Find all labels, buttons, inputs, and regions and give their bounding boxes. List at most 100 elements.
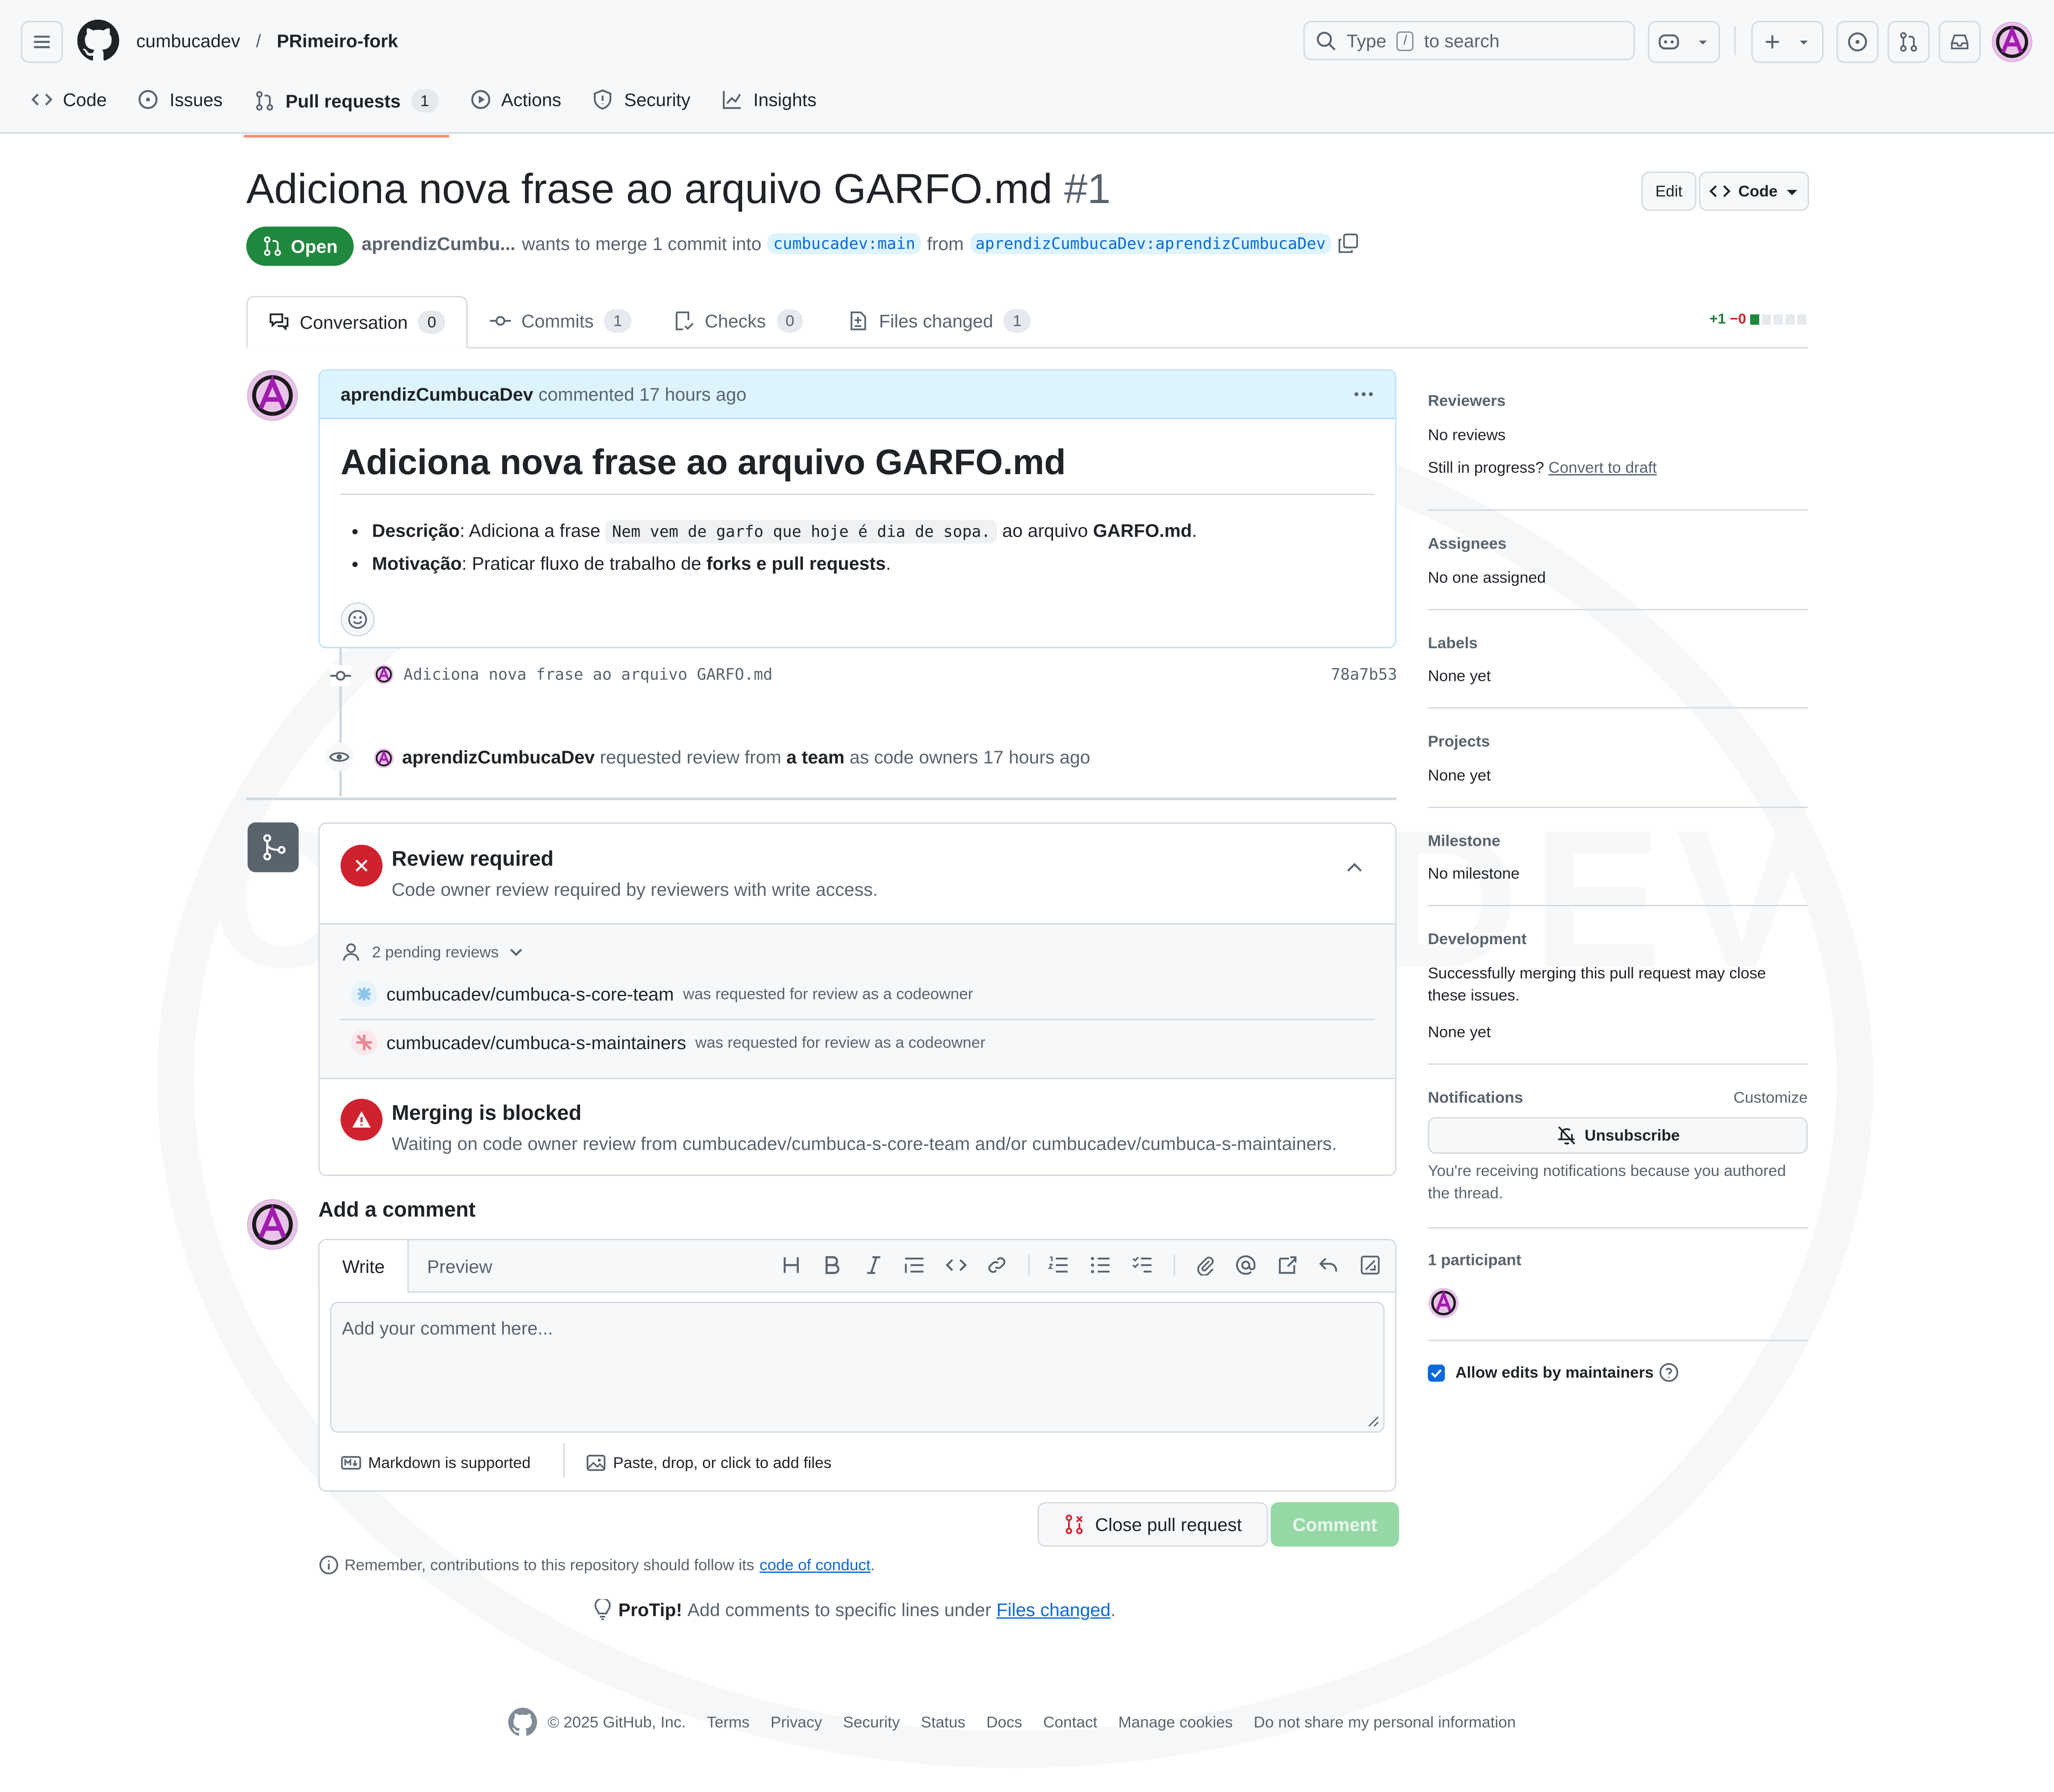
attach-files[interactable]: Paste, drop, or click to add files — [586, 1452, 832, 1473]
check-icon — [1431, 1369, 1442, 1378]
pr-author-link[interactable]: aprendizCumbu... — [362, 233, 515, 254]
mention-icon[interactable] — [1235, 1254, 1256, 1275]
footer-link-do-not-share[interactable]: Do not share my personal information — [1254, 1713, 1516, 1731]
base-branch[interactable]: cumbucadev:main — [768, 233, 921, 254]
footer-link-docs[interactable]: Docs — [986, 1713, 1022, 1731]
comment-submit-button[interactable]: Comment — [1270, 1502, 1399, 1547]
question-icon[interactable] — [1658, 1362, 1679, 1383]
cross-reference-icon[interactable] — [1277, 1254, 1298, 1275]
footer-link-contact[interactable]: Contact — [1043, 1713, 1097, 1731]
tab-preview[interactable]: Preview — [427, 1256, 493, 1277]
copilot-button[interactable] — [1648, 21, 1720, 63]
resize-handle-icon[interactable] — [1366, 1414, 1379, 1427]
unsubscribe-button[interactable]: Unsubscribe — [1428, 1117, 1808, 1154]
projects-heading[interactable]: Projects — [1428, 732, 1490, 750]
ordered-list-icon[interactable] — [1048, 1254, 1069, 1275]
pull-requests-button[interactable] — [1887, 21, 1930, 63]
convert-to-draft-link[interactable]: Convert to draft — [1548, 458, 1656, 476]
repo-nav-code[interactable]: Code — [21, 81, 117, 118]
participant-avatar[interactable] — [1428, 1287, 1459, 1319]
divider — [1174, 1254, 1175, 1276]
heading-icon[interactable] — [781, 1254, 802, 1275]
owner-link[interactable]: cumbucadev — [136, 30, 240, 51]
code-of-conduct-link[interactable]: code of conduct — [760, 1556, 870, 1574]
tab-files-changed[interactable]: Files changed 1 — [827, 296, 1052, 346]
commit-sha[interactable]: 78a7b53 — [1331, 665, 1397, 684]
repo-nav-security[interactable]: Security — [582, 81, 701, 118]
git-merge-icon — [262, 834, 285, 861]
code-dropdown-button[interactable]: Code — [1699, 171, 1809, 211]
reply-icon[interactable] — [1318, 1254, 1339, 1275]
paperclip-icon[interactable] — [1195, 1254, 1216, 1276]
copy-icon[interactable] — [1337, 233, 1358, 254]
edit-title-button[interactable]: Edit — [1641, 171, 1697, 211]
comment-author[interactable]: aprendizCumbucaDev — [341, 384, 533, 405]
chevron-down-icon — [1699, 40, 1707, 45]
comment-textarea[interactable]: Add your comment here... — [330, 1301, 1385, 1433]
timeline-divider — [246, 797, 1397, 800]
code-icon[interactable] — [946, 1254, 967, 1275]
tab-conversation[interactable]: Conversation 0 — [246, 296, 468, 349]
markdown-hint[interactable]: Markdown is supported — [341, 1452, 530, 1473]
link-icon[interactable] — [986, 1254, 1007, 1275]
repo-nav-actions[interactable]: Actions — [459, 81, 572, 118]
repo-nav-issues[interactable]: Issues — [128, 81, 233, 118]
review-required-sub: Code owner review required by reviewers … — [392, 878, 878, 900]
commit-author-avatar[interactable] — [373, 664, 394, 685]
team-avatar[interactable] — [351, 981, 377, 1007]
pending-reviews-toggle[interactable]: 2 pending reviews — [341, 941, 522, 962]
files-changed-link[interactable]: Files changed — [996, 1599, 1111, 1620]
chevron-down-icon — [509, 949, 522, 956]
tab-write[interactable]: Write — [320, 1240, 409, 1293]
footer-link-security[interactable]: Security — [843, 1713, 900, 1731]
inbox-button[interactable] — [1939, 21, 1981, 63]
add-reaction-button[interactable] — [341, 602, 375, 637]
comment-author-avatar[interactable] — [246, 369, 299, 422]
repo-nav-pull-requests[interactable]: Pull requests 1 — [243, 81, 449, 138]
repo-link[interactable]: PRimeiro-fork — [277, 30, 398, 51]
repo-nav-insights[interactable]: Insights — [711, 81, 827, 118]
footer-link-privacy[interactable]: Privacy — [770, 1713, 822, 1731]
development-heading[interactable]: Development — [1428, 930, 1526, 948]
github-logo-icon[interactable] — [77, 20, 120, 62]
head-branch[interactable]: aprendizCumbucaDev:aprendizCumbucaDev — [970, 233, 1331, 254]
labels-heading[interactable]: Labels — [1428, 634, 1478, 652]
team-avatar[interactable] — [351, 1029, 377, 1056]
quote-icon[interactable] — [904, 1254, 925, 1275]
event-author[interactable]: aprendizCumbucaDev — [402, 747, 595, 768]
issues-button[interactable] — [1836, 21, 1879, 63]
current-user-avatar[interactable] — [246, 1198, 299, 1251]
kebab-horizontal-icon[interactable] — [1353, 384, 1374, 405]
tab-checks[interactable]: Checks 0 — [652, 296, 824, 346]
event-author-avatar[interactable] — [373, 748, 394, 769]
footer-link-cookies[interactable]: Manage cookies — [1118, 1713, 1233, 1731]
tab-count: 0 — [418, 310, 445, 334]
chevron-up-icon[interactable] — [1344, 858, 1365, 879]
edit-label: Edit — [1655, 182, 1682, 201]
reviewer-name[interactable]: cumbucadev/cumbuca-s-maintainers — [387, 1032, 686, 1053]
close-pull-request-button[interactable]: Close pull request — [1037, 1502, 1268, 1547]
search-input[interactable]: Type / to search — [1303, 21, 1635, 61]
customize-link[interactable]: Customize — [1734, 1088, 1808, 1107]
footer-copyright: © 2025 GitHub, Inc. — [508, 1708, 686, 1736]
create-new-button[interactable] — [1751, 21, 1823, 63]
footer-link-terms[interactable]: Terms — [707, 1713, 749, 1731]
reviewers-heading[interactable]: Reviewers — [1428, 392, 1505, 410]
italic-icon[interactable] — [863, 1254, 884, 1275]
unordered-list-icon[interactable] — [1090, 1254, 1111, 1275]
code-of-conduct-note: Remember, contributions to this reposito… — [318, 1555, 875, 1576]
menu-button[interactable] — [21, 21, 63, 63]
github-mark-icon[interactable] — [508, 1708, 537, 1736]
bold-icon[interactable] — [821, 1254, 842, 1275]
commit-message-link[interactable]: Adiciona nova frase ao arquivo GARFO.md — [403, 665, 773, 684]
assignees-heading[interactable]: Assignees — [1428, 534, 1506, 553]
tasklist-icon[interactable] — [1132, 1254, 1153, 1275]
reviewer-name[interactable]: cumbucadev/cumbuca-s-core-team — [387, 983, 674, 1004]
milestone-heading[interactable]: Milestone — [1428, 831, 1500, 850]
fullscreen-icon[interactable] — [1360, 1254, 1381, 1275]
footer-link-status[interactable]: Status — [921, 1713, 965, 1731]
user-avatar[interactable] — [1991, 21, 2033, 63]
milestone-value: No milestone — [1428, 864, 1520, 883]
allow-edits-checkbox[interactable] — [1428, 1364, 1445, 1382]
tab-commits[interactable]: Commits 1 — [469, 296, 652, 346]
